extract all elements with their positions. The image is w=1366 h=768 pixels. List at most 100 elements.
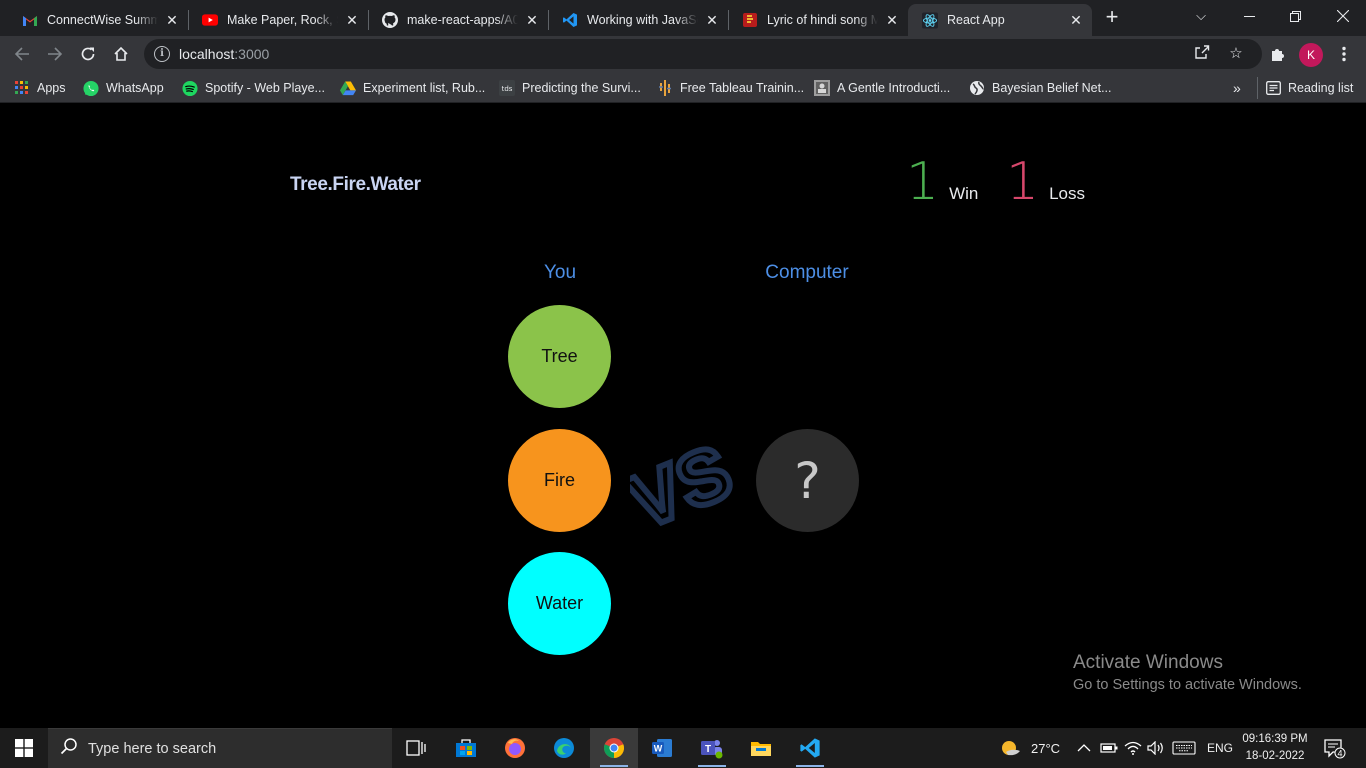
losses-label: Loss (1049, 184, 1086, 203)
close-tab-icon[interactable]: ✕ (162, 10, 182, 30)
reading-list-button[interactable]: Reading list (1265, 78, 1353, 98)
fire-choice-button[interactable]: Fire (508, 429, 611, 532)
watermark-subtitle: Go to Settings to activate Windows. (1073, 677, 1302, 693)
address-bar[interactable]: i localhost:3000 ☆ (144, 39, 1262, 69)
tab-title: Make Paper, Rock, Sc (227, 13, 338, 27)
windows-start-icon[interactable] (0, 728, 48, 768)
keyboard-icon[interactable] (1172, 728, 1196, 768)
bookmark-label: Bayesian Belief Net... (992, 81, 1112, 95)
bookmark-bayesian[interactable]: Bayesian Belief Net... (969, 78, 1112, 98)
notification-center-icon[interactable]: 4 (1322, 736, 1346, 760)
app-logo: Tree.Fire.Water (290, 174, 421, 195)
tab-title: Working with JavaScr (587, 13, 698, 27)
bookmark-star-icon[interactable]: ☆ (1226, 44, 1246, 64)
chrome-icon[interactable] (590, 728, 638, 768)
page-content: Tree.Fire.Water 1 Win 1 Loss You Compute… (0, 104, 1366, 728)
bookmark-gentle-intro[interactable]: A Gentle Introducti... (814, 78, 950, 98)
taskbar-clock[interactable]: 09:16:39 PM 18-02-2022 (1236, 731, 1314, 765)
language-indicator[interactable]: ENG (1207, 728, 1233, 768)
bookmark-label: A Gentle Introducti... (837, 81, 951, 95)
reload-icon[interactable] (74, 40, 102, 68)
bookmarks-overflow-button[interactable]: » (1233, 78, 1241, 98)
search-icon (60, 737, 80, 760)
bookmark-spotify[interactable]: Spotify - Web Playe... (182, 78, 325, 98)
tab-youtube[interactable]: Make Paper, Rock, Sc ✕ (188, 4, 368, 36)
edge-icon[interactable] (540, 728, 588, 768)
spotify-icon (182, 80, 198, 96)
windows-taskbar: Type here to search W T 27°C ENG 09:16:3… (0, 728, 1366, 768)
word-icon[interactable]: W (638, 728, 686, 768)
task-view-icon[interactable] (392, 728, 440, 768)
tab-title: React App (947, 13, 1005, 27)
tab-title: Lyric of hindi song M (767, 13, 878, 27)
tab-react-app[interactable]: React App ✕ (908, 4, 1092, 36)
vscode-icon[interactable] (786, 728, 834, 768)
teams-icon[interactable]: T (688, 728, 736, 768)
activation-watermark: Activate Windows Go to Settings to activ… (1073, 652, 1302, 693)
profile-avatar[interactable]: K (1299, 43, 1323, 67)
close-tab-icon[interactable]: ✕ (522, 10, 542, 30)
github-icon (382, 12, 398, 28)
weather-widget[interactable]: 27°C (1000, 728, 1060, 768)
vscode-icon (562, 12, 578, 28)
bookmark-label: Apps (37, 81, 66, 95)
bookmark-experiment-list[interactable]: Experiment list, Rub... (340, 78, 485, 98)
back-arrow-icon[interactable] (8, 40, 36, 68)
bookmark-whatsapp[interactable]: WhatsApp (83, 78, 164, 98)
taskbar-search-input[interactable]: Type here to search (48, 728, 392, 768)
site-info-icon[interactable]: i (154, 46, 170, 62)
bookmarks-bar: Apps WhatsApp Spotify - Web Playe... Exp… (0, 72, 1366, 103)
close-window-icon[interactable] (1320, 0, 1366, 32)
minimize-icon[interactable] (1226, 0, 1272, 32)
svg-text:W: W (654, 744, 663, 754)
battery-icon[interactable] (1100, 728, 1118, 768)
tree-choice-button[interactable]: Tree (508, 305, 611, 408)
weather-temp: 27°C (1031, 740, 1061, 756)
tab-github[interactable]: make-react-apps/A0 ✕ (368, 4, 548, 36)
share-icon[interactable] (1192, 44, 1212, 64)
clock-date: 18-02-2022 (1245, 750, 1305, 762)
tab-javascript[interactable]: Working with JavaScr ✕ (548, 4, 728, 36)
losses-counter: 1 Loss (1006, 154, 1085, 210)
url-text[interactable]: localhost:3000 (179, 46, 269, 62)
watermark-title: Activate Windows (1073, 652, 1223, 673)
tab-lyrics[interactable]: Lyric of hindi song M ✕ (728, 4, 908, 36)
search-placeholder: Type here to search (88, 740, 217, 757)
chrome-menu-icon[interactable] (1330, 40, 1358, 68)
bookmark-label: WhatsApp (106, 81, 164, 95)
close-tab-icon[interactable]: ✕ (882, 10, 902, 30)
file-explorer-icon[interactable] (737, 728, 785, 768)
forward-arrow-icon[interactable] (41, 40, 69, 68)
close-tab-icon[interactable]: ✕ (702, 10, 722, 30)
url-host: localhost (179, 46, 235, 62)
firefox-icon[interactable] (491, 728, 539, 768)
wins-label: Win (949, 184, 979, 203)
tab-title: ConnectWise Summe (47, 13, 158, 27)
close-tab-icon[interactable]: ✕ (342, 10, 362, 30)
close-tab-icon[interactable]: ✕ (1066, 10, 1086, 30)
microsoft-store-icon[interactable] (442, 728, 490, 768)
svg-text:T: T (705, 744, 711, 755)
wins-count: 1 (906, 152, 940, 212)
wins-counter: 1 Win (906, 154, 978, 210)
weather-sun-icon (1002, 741, 1020, 756)
wifi-icon[interactable] (1124, 728, 1142, 768)
browser-toolbar: i localhost:3000 ☆ (0, 36, 1366, 72)
new-tab-button[interactable]: + (1100, 6, 1124, 30)
bookmark-tableau[interactable]: Free Tableau Trainin... (657, 78, 804, 98)
bookmark-label: Experiment list, Rub... (363, 81, 486, 95)
volume-icon[interactable] (1147, 728, 1165, 768)
tab-search-icon[interactable]: ⌵ (1178, 0, 1224, 32)
computer-choice: ? (756, 429, 859, 532)
water-choice-button[interactable]: Water (508, 552, 611, 655)
bookmark-label: Predicting the Survi... (522, 81, 641, 95)
restore-icon[interactable] (1272, 0, 1318, 32)
bookmark-predicting[interactable]: tds Predicting the Survi... (499, 78, 641, 98)
home-icon[interactable] (107, 40, 135, 68)
tray-overflow-icon[interactable] (1077, 728, 1091, 768)
bookmark-apps[interactable]: Apps (14, 78, 66, 98)
extensions-puzzle-icon[interactable] (1264, 40, 1292, 68)
notification-count: 4 (1337, 749, 1342, 759)
tab-gmail[interactable]: ConnectWise Summe ✕ (8, 4, 188, 36)
vs-text: VS (630, 444, 740, 544)
